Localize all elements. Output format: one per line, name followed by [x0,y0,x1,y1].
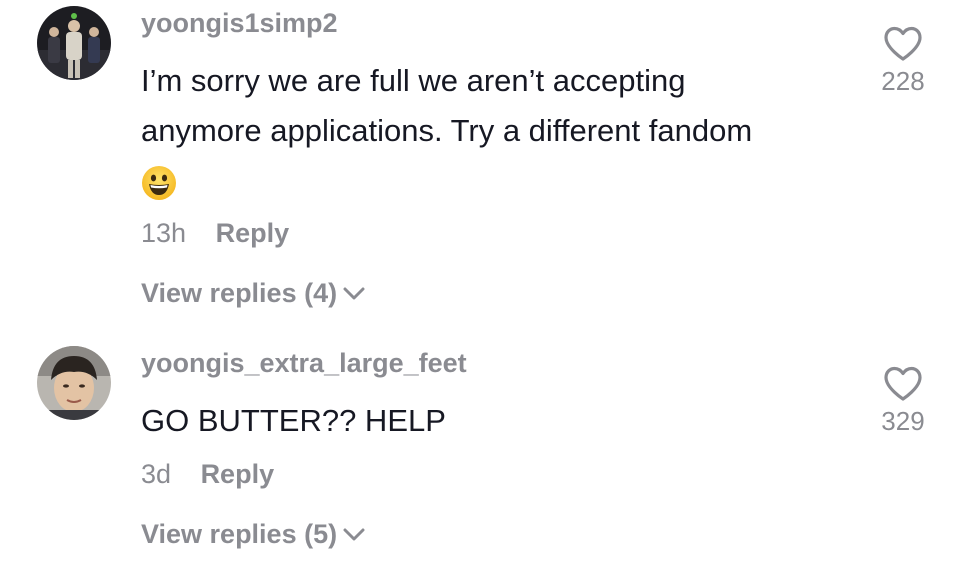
reply-button[interactable]: Reply [216,218,290,248]
comment-text-line: I’m sorry we are full we aren’t acceptin… [141,63,686,98]
view-replies-label: View replies (4) [141,278,338,308]
like-count: 329 [881,406,925,436]
comment-timestamp: 13h [141,218,187,248]
comment-text-line: anymore applications. Try a different fa… [141,113,753,148]
like-control: 329 [868,366,938,437]
avatar[interactable] [37,6,111,80]
comment-meta: 3d Reply [141,459,274,490]
comment-username[interactable]: yoongis_extra_large_feet [141,348,467,379]
grinning-face-icon [141,165,177,201]
reply-button[interactable]: Reply [201,459,275,489]
comment-timestamp: 3d [141,459,172,489]
chevron-down-icon [343,287,365,299]
avatar[interactable] [37,346,111,420]
comment-meta: 13h Reply [141,218,289,249]
like-control: 228 [868,26,938,97]
like-count: 228 [881,66,925,96]
chevron-down-icon [343,528,365,540]
view-replies-button[interactable]: View replies (4) [141,278,365,309]
comment-text-line: GO BUTTER?? HELP [141,403,446,438]
view-replies-label: View replies (5) [141,519,338,549]
view-replies-button[interactable]: View replies (5) [141,519,365,550]
heart-outline-icon[interactable] [883,366,923,402]
comment-username[interactable]: yoongis1simp2 [141,8,338,39]
heart-outline-icon[interactable] [883,26,923,62]
comment-item: yoongis_extra_large_feet GO BUTTER?? HEL… [0,330,960,565]
comment-item: yoongis1simp2 I’m sorry we are full we a… [0,0,960,330]
